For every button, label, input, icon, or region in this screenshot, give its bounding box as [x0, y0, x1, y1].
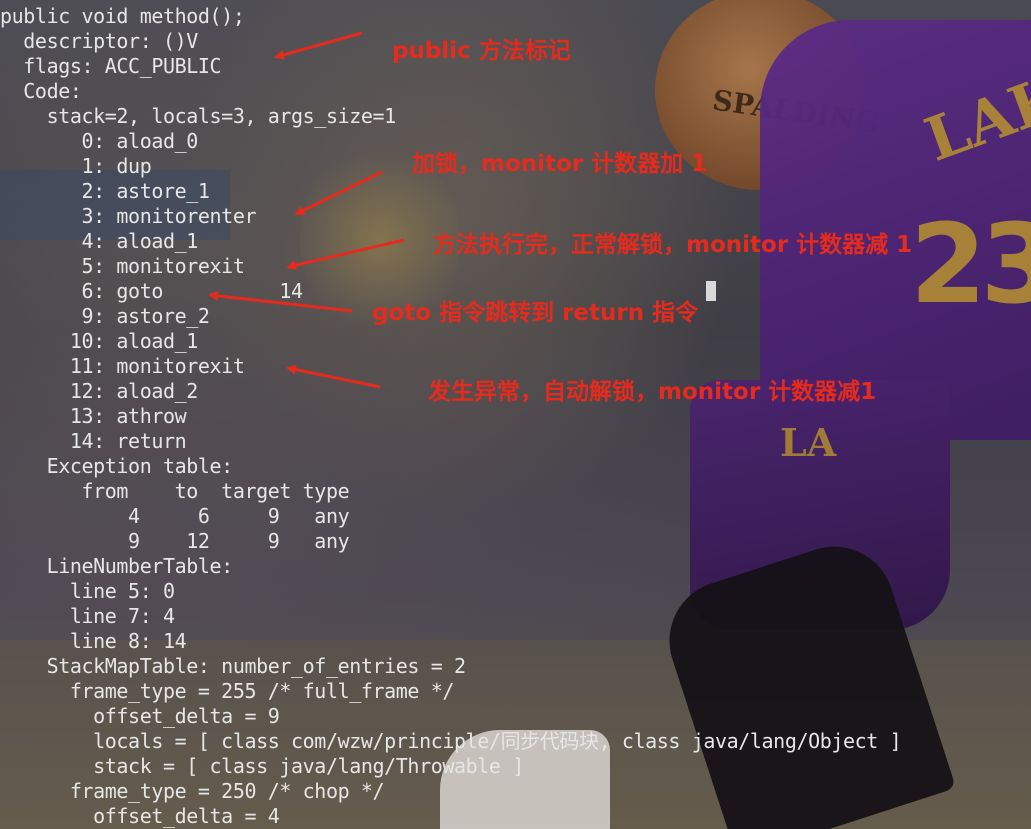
arrow-monitorenter — [294, 170, 383, 216]
arrow-monitorexit-normal — [286, 238, 405, 271]
annotation-normal-unlock: 方法执行完，正常解锁，monitor 计数器减 1 — [433, 232, 913, 258]
arrow-monitorexit-exception — [286, 364, 381, 389]
annotation-arrows — [208, 31, 405, 389]
annotation-public-method: public 方法标记 — [392, 38, 571, 64]
arrow-goto — [208, 290, 353, 313]
annotation-exception-unlock: 发生异常，自动解锁，monitor 计数器减1 — [428, 379, 877, 405]
annotation-lock: 加锁，monitor 计数器加 1 — [412, 151, 708, 177]
arrow-public-method — [274, 31, 363, 60]
annotation-goto-return: goto 指令跳转到 return 指令 — [372, 300, 699, 326]
